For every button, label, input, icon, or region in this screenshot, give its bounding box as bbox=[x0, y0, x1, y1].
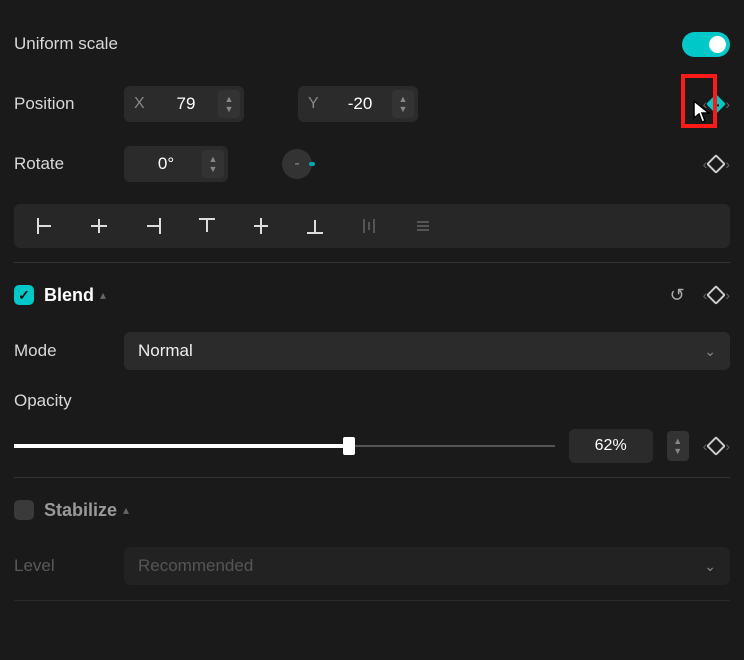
stabilize-level-select[interactable]: Recommended ⌄ bbox=[124, 547, 730, 585]
stabilize-level-value: Recommended bbox=[138, 556, 253, 576]
opacity-value[interactable]: 62% bbox=[569, 429, 653, 463]
blend-mode-label: Mode bbox=[14, 341, 124, 361]
opacity-label: Opacity bbox=[14, 391, 730, 411]
uniform-scale-label: Uniform scale bbox=[14, 34, 124, 54]
rotate-stepper[interactable]: ▲▼ bbox=[202, 150, 224, 178]
align-top-button[interactable] bbox=[180, 208, 234, 244]
rotate-value[interactable]: 0° bbox=[134, 154, 198, 174]
chevron-down-icon: ⌄ bbox=[704, 343, 716, 360]
align-bottom-button[interactable] bbox=[288, 208, 342, 244]
position-x-stepper[interactable]: ▲▼ bbox=[218, 90, 240, 118]
opacity-slider[interactable] bbox=[14, 444, 555, 448]
blend-mode-select[interactable]: Normal ⌄ bbox=[124, 332, 730, 370]
blend-mode-value: Normal bbox=[138, 341, 193, 361]
rotate-input[interactable]: 0° ▲▼ bbox=[124, 146, 228, 182]
blend-keyframe-controls[interactable]: ‹ › bbox=[703, 287, 730, 303]
rotate-dial[interactable]: - bbox=[282, 149, 312, 179]
rotate-label: Rotate bbox=[14, 154, 124, 174]
position-x-input[interactable]: X 79 ▲▼ bbox=[124, 86, 244, 122]
opacity-stepper[interactable]: ▲▼ bbox=[667, 431, 689, 461]
chevron-right-icon[interactable]: › bbox=[725, 156, 730, 172]
blend-checkbox[interactable] bbox=[14, 285, 34, 305]
position-y-value[interactable]: -20 bbox=[332, 94, 388, 114]
reset-icon[interactable]: ↺ bbox=[670, 285, 685, 306]
position-x-value[interactable]: 79 bbox=[158, 94, 214, 114]
blend-section-title[interactable]: Blend bbox=[44, 285, 94, 306]
keyframe-diamond-icon[interactable] bbox=[706, 436, 726, 456]
chevron-right-icon[interactable]: › bbox=[725, 438, 730, 454]
position-label: Position bbox=[14, 94, 124, 114]
opacity-keyframe-controls[interactable]: ‹ › bbox=[703, 438, 730, 454]
align-right-button[interactable] bbox=[126, 208, 180, 244]
position-keyframe-controls[interactable]: ‹ › bbox=[703, 96, 730, 112]
stabilize-checkbox[interactable] bbox=[14, 500, 34, 520]
uniform-scale-toggle[interactable] bbox=[682, 32, 730, 57]
keyframe-diamond-icon[interactable] bbox=[706, 285, 726, 305]
axis-y-label: Y bbox=[308, 95, 332, 113]
distribute-v-button[interactable] bbox=[396, 208, 450, 244]
alignment-toolbar bbox=[14, 204, 730, 248]
chevron-down-icon: ⌄ bbox=[704, 558, 716, 575]
position-y-input[interactable]: Y -20 ▲▼ bbox=[298, 86, 418, 122]
rotate-keyframe-controls[interactable]: ‹ › bbox=[703, 156, 730, 172]
align-left-button[interactable] bbox=[18, 208, 72, 244]
stabilize-section-title[interactable]: Stabilize bbox=[44, 500, 117, 521]
stabilize-level-label: Level bbox=[14, 556, 124, 576]
align-center-h-button[interactable] bbox=[72, 208, 126, 244]
axis-x-label: X bbox=[134, 95, 158, 113]
collapse-caret-icon[interactable]: ▴ bbox=[100, 288, 106, 302]
align-center-v-button[interactable] bbox=[234, 208, 288, 244]
chevron-right-icon[interactable]: › bbox=[725, 96, 730, 112]
distribute-h-button[interactable] bbox=[342, 208, 396, 244]
position-y-stepper[interactable]: ▲▼ bbox=[392, 90, 414, 118]
keyframe-diamond-icon[interactable] bbox=[706, 154, 726, 174]
chevron-right-icon[interactable]: › bbox=[725, 287, 730, 303]
collapse-caret-icon[interactable]: ▴ bbox=[123, 503, 129, 517]
keyframe-diamond-icon[interactable] bbox=[706, 94, 726, 114]
